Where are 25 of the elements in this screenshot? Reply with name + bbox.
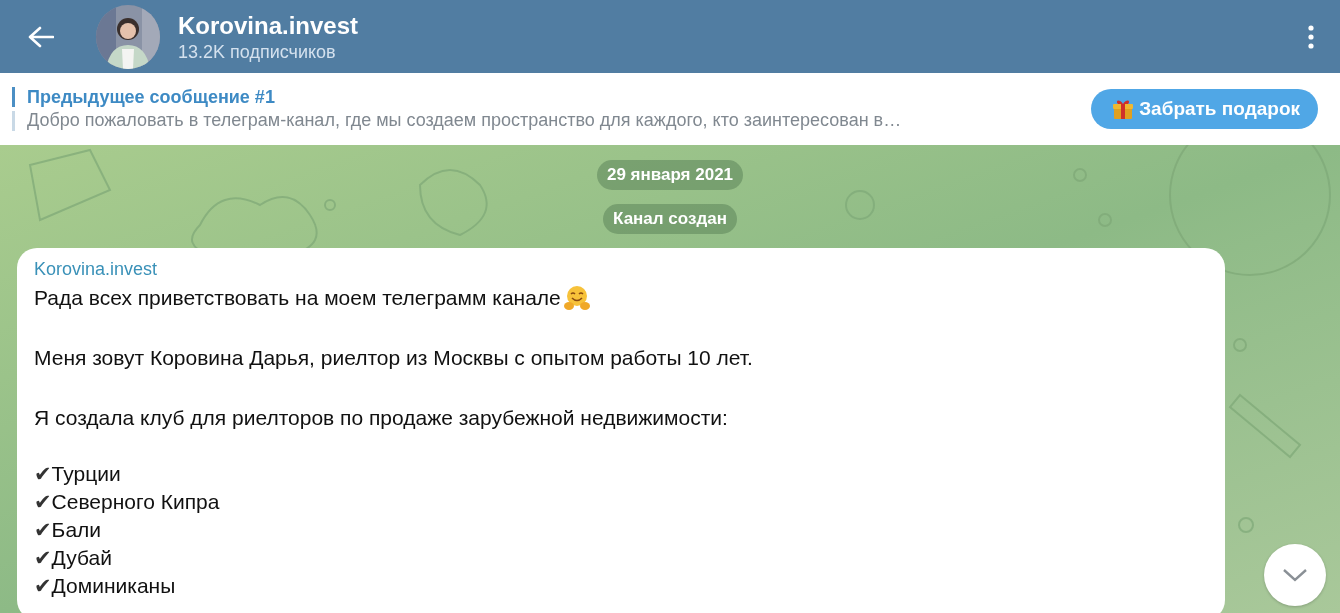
list-item-text: Северного Кипра — [51, 489, 220, 515]
claim-gift-button[interactable]: Забрать подарок — [1091, 89, 1318, 129]
pinned-preview: Добро пожаловать в телеграм-канал, где мы создаем пространство для каждого, кто заинтересован в… — [27, 110, 903, 131]
hugging-face-icon — [562, 284, 591, 312]
back-arrow-icon[interactable] — [28, 25, 54, 48]
check-mark: ✔ — [34, 573, 52, 600]
chevron-down-icon — [1282, 568, 1308, 582]
check-mark: ✔ — [34, 545, 52, 572]
message-text: Я создала клуб для риелторов по продаже зарубежной недвижимости: — [34, 405, 728, 431]
service-message: 29 января 2021 — [596, 160, 744, 190]
check-mark: ✔ — [34, 517, 52, 544]
pinned-title: Предыдущее сообщение #1 — [27, 87, 276, 108]
channel-title[interactable]: Korovina.invest — [178, 10, 1308, 41]
check-mark: ✔ — [34, 489, 52, 516]
message-author[interactable]: Korovina.invest — [34, 258, 158, 280]
service-message: Канал создан — [603, 204, 737, 234]
message-text: Меня зовут Коровина Дарья, риелтор из Москвы с опытом работы 10 лет. — [34, 345, 753, 371]
subscriber-count: 13.2K подписчиков — [178, 40, 337, 63]
check-mark: ✔ — [34, 461, 52, 488]
list-item-text: Дубай — [51, 545, 112, 571]
menu-icon[interactable] — [1308, 24, 1314, 49]
message-text: Рада всех приветствовать на моем телеграмм канале — [34, 285, 561, 311]
list-item-text: Доминиканы — [51, 573, 176, 599]
list-item-text: Турции — [51, 461, 121, 487]
list-item-text: Бали — [51, 517, 102, 543]
